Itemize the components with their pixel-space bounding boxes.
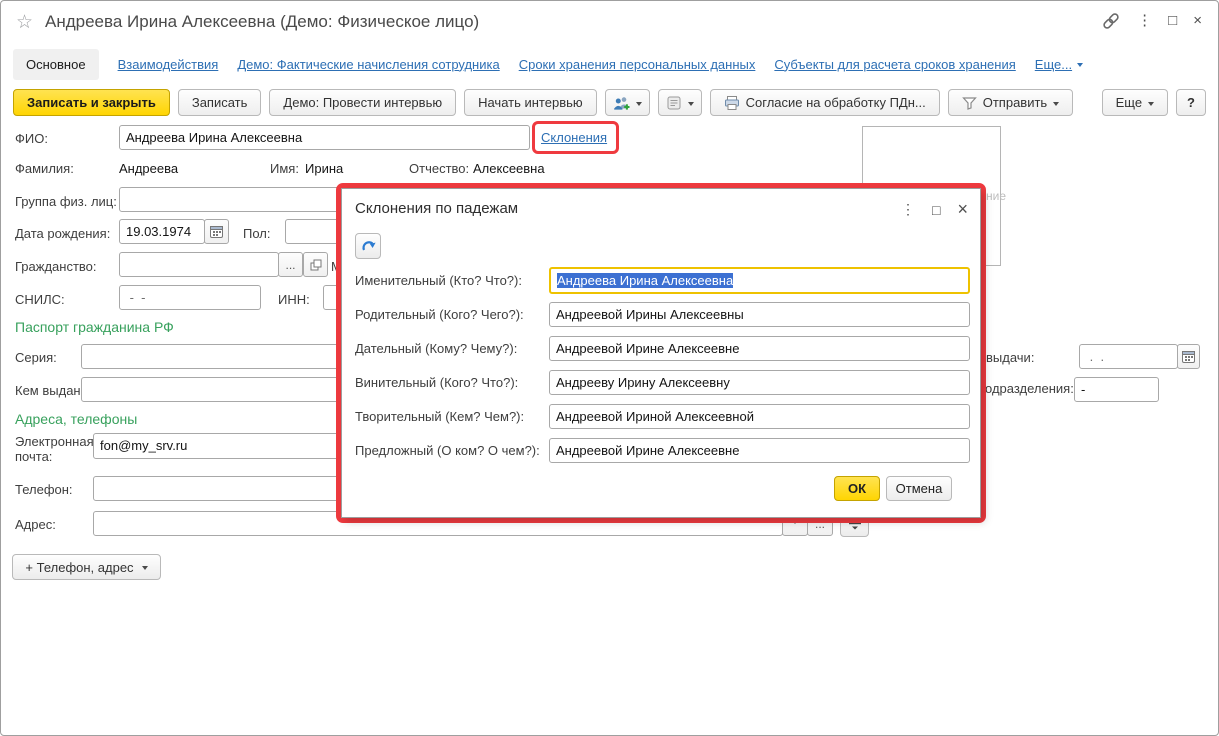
help-button[interactable]: ?: [1176, 89, 1206, 116]
case-input-genitive[interactable]: Андреевой Ирины Алексеевны: [549, 302, 970, 327]
consent-print-button[interactable]: Согласие на обработку ПДн...: [710, 89, 940, 116]
gender-label: Пол:: [243, 226, 271, 241]
close-icon[interactable]: ×: [1193, 10, 1202, 32]
refresh-arrow-icon: [360, 238, 377, 254]
calendar-icon[interactable]: [1177, 344, 1200, 369]
case-input-accusative[interactable]: Андрееву Ирину Алексеевну: [549, 370, 970, 395]
more-button-label: Еще: [1116, 95, 1142, 110]
demo-interview-button[interactable]: Демо: Провести интервью: [269, 89, 456, 116]
birthdate-input[interactable]: 19.03.1974: [119, 219, 205, 244]
chevron-down-icon: [1148, 102, 1154, 109]
department-code-label-fragment: одразделения:: [985, 381, 1074, 396]
declension-dialog: Склонения по падежам ⋮ □ × Именительный …: [341, 188, 981, 518]
dialog-close-icon[interactable]: ×: [957, 199, 968, 220]
declension-link[interactable]: Склонения: [541, 130, 607, 145]
app-window: ☆ Андреева Ирина Алексеевна (Демо: Физич…: [0, 0, 1219, 736]
case-input-instrumental[interactable]: Андреевой Ириной Алексеевной: [549, 404, 970, 429]
chevron-down-icon: [1053, 102, 1059, 109]
copy-link-icon[interactable]: [1101, 11, 1121, 31]
tab-retention-periods[interactable]: Сроки хранения персональных данных: [519, 57, 756, 72]
case-label-genitive: Родительный (Кого? Чего?):: [355, 307, 524, 322]
address-section-header: Адреса, телефоны: [15, 411, 137, 427]
email-label-line1: Электронная: [15, 434, 94, 449]
department-code-input[interactable]: -: [1074, 377, 1159, 402]
tab-interactions[interactable]: Взаимодействия: [118, 57, 219, 72]
phone-label: Телефон:: [15, 482, 73, 497]
printer-icon: [724, 95, 740, 111]
declension-dialog-highlight: Склонения по падежам ⋮ □ × Именительный …: [336, 183, 986, 523]
save-button[interactable]: Записать: [178, 89, 262, 116]
case-label-prepositional: Предложный (О ком? О чем?):: [355, 443, 540, 458]
middlename-label: Отчество:: [409, 161, 469, 176]
tab-main[interactable]: Основное: [13, 49, 99, 80]
open-in-window-icon[interactable]: [303, 252, 328, 277]
window-menu-kebab-icon[interactable]: ⋮: [1137, 10, 1152, 32]
case-label-accusative: Винительный (Кого? Что?):: [355, 375, 518, 390]
issue-date-label-fragment: выдачи:: [986, 350, 1034, 365]
case-input-nominative[interactable]: Андреева Ирина Алексеевна: [549, 267, 970, 294]
add-contact-label: + Телефон, адрес: [25, 560, 133, 575]
selected-text: Андреева Ирина Алексеевна: [557, 273, 733, 288]
citizenship-ellipsis-button[interactable]: ...: [278, 252, 303, 277]
firstname-value: Ирина: [305, 161, 343, 176]
save-and-close-button[interactable]: Записать и закрыть: [13, 89, 170, 116]
dialog-menu-kebab-icon[interactable]: ⋮: [901, 201, 915, 218]
maximize-icon[interactable]: □: [1168, 10, 1177, 32]
tab-more[interactable]: Еще...: [1035, 57, 1083, 72]
add-contact-button[interactable]: + Телефон, адрес: [12, 554, 161, 580]
chevron-down-icon: [688, 102, 694, 109]
middlename-value: Алексеевна: [473, 161, 545, 176]
chevron-down-icon: [142, 566, 148, 573]
add-person-icon: [613, 95, 630, 111]
send-button-label: Отправить: [983, 95, 1047, 110]
add-person-menu-button[interactable]: [605, 89, 650, 116]
email-label-line2: почта:: [15, 449, 52, 464]
surname-label: Фамилия:: [15, 161, 74, 176]
fio-label: ФИО:: [15, 131, 48, 146]
case-input-prepositional[interactable]: Андреевой Ирине Алексеевне: [549, 438, 970, 463]
dialog-title: Склонения по падежам: [355, 200, 518, 217]
cancel-button[interactable]: Отмена: [886, 476, 952, 501]
start-interview-button[interactable]: Начать интервью: [464, 89, 597, 116]
tab-retention-subjects[interactable]: Субъекты для расчета сроков хранения: [774, 57, 1015, 72]
issue-date-input[interactable]: . .: [1079, 344, 1178, 369]
case-input-dative[interactable]: Андреевой Ирине Алексеевне: [549, 336, 970, 361]
tab-more-label: Еще...: [1035, 57, 1072, 72]
chevron-down-icon: [1077, 63, 1083, 70]
group-label: Группа физ. лиц:: [15, 194, 117, 209]
consent-button-label: Согласие на обработку ПДн...: [746, 95, 926, 110]
more-button[interactable]: Еще: [1102, 89, 1168, 116]
case-label-instrumental: Творительный (Кем? Чем?):: [355, 409, 524, 424]
citizenship-label: Гражданство:: [15, 259, 97, 274]
surname-value: Андреева: [119, 161, 178, 176]
funnel-icon: [962, 96, 977, 110]
favorite-star-icon[interactable]: ☆: [16, 11, 33, 34]
calendar-icon[interactable]: [204, 219, 229, 244]
case-label-dative: Дательный (Кому? Чему?):: [355, 341, 517, 356]
refill-declensions-button[interactable]: [355, 233, 381, 259]
page-title: Андреева Ирина Алексеевна (Демо: Физичес…: [45, 12, 479, 32]
templates-menu-button[interactable]: [658, 89, 702, 116]
snils-label: СНИЛС:: [15, 292, 65, 307]
tab-bar: Основное Взаимодействия Демо: Фактически…: [13, 47, 1208, 81]
snils-input[interactable]: - -: [119, 285, 261, 310]
inn-label: ИНН:: [278, 292, 310, 307]
send-button[interactable]: Отправить: [948, 89, 1073, 116]
fio-input[interactable]: Андреева Ирина Алексеевна: [119, 125, 530, 150]
stamp-icon: [666, 95, 682, 111]
toolbar: Записать и закрыть Записать Демо: Провес…: [13, 89, 1206, 116]
passport-section-header: Паспорт гражданина РФ: [15, 319, 174, 335]
case-label-nominative: Именительный (Кто? Что?):: [355, 273, 522, 288]
tab-demo-accruals[interactable]: Демо: Фактические начисления сотрудника: [237, 57, 499, 72]
address-label: Адрес:: [15, 517, 56, 532]
ok-button[interactable]: ОК: [834, 476, 880, 501]
citizenship-input[interactable]: [119, 252, 279, 277]
birthdate-label: Дата рождения:: [15, 226, 110, 241]
photo-placeholder-text-fragment: ние: [986, 189, 1006, 203]
chevron-down-icon: [636, 102, 642, 109]
firstname-label: Имя:: [270, 161, 299, 176]
dialog-maximize-icon[interactable]: □: [932, 202, 940, 218]
issued-by-label: Кем выдан:: [15, 383, 84, 398]
series-label: Серия:: [15, 350, 57, 365]
